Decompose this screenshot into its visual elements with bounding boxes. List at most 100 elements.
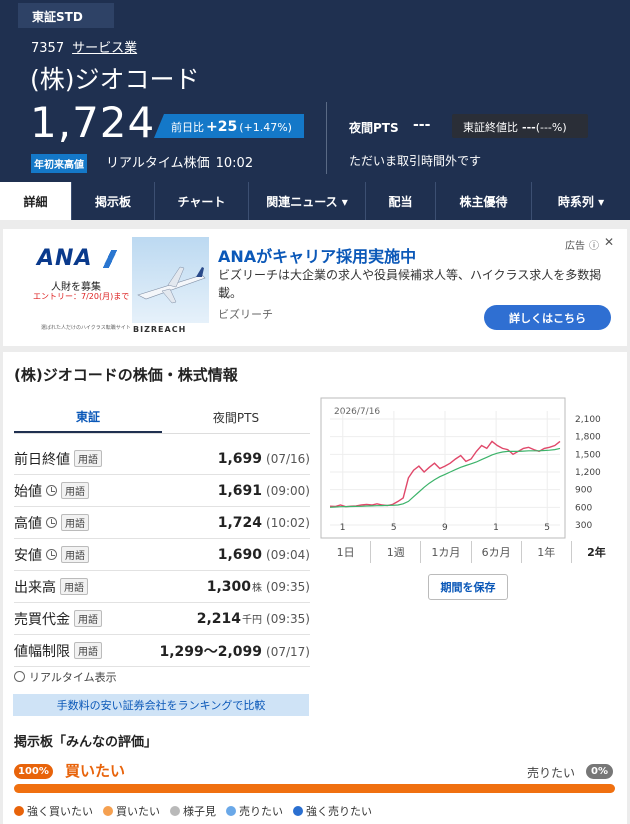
ytd-high-badge: 年初来高値	[31, 154, 87, 173]
period-1d[interactable]: 1日	[321, 541, 370, 563]
ad-info-icon[interactable]: ⓘ	[589, 237, 599, 252]
chart-date-label: 2026/7/16	[334, 407, 380, 417]
ana-logo-stripe	[99, 250, 121, 268]
ratio-pct: (---%)	[535, 121, 567, 134]
sentiment-title: 掲示板「みんなの評価」	[14, 735, 158, 750]
row-value: 1,691 (09:00)	[218, 483, 310, 499]
legend-label: 様子見	[183, 805, 216, 818]
tab-benefit[interactable]: 株主優待	[435, 182, 531, 220]
period-1m[interactable]: 1カ月	[420, 541, 470, 563]
row-label: 前日終値	[14, 451, 70, 468]
tab-history[interactable]: 時系列 ▾	[531, 182, 630, 220]
realtime-time: 10:02	[215, 156, 254, 171]
code-line: 7357 サービス業	[31, 37, 137, 56]
legend-dot	[103, 806, 113, 816]
change-box: 前日比 +25 (+1.47%)	[154, 114, 304, 138]
row-value: 1,299～2,099 (07/17)	[159, 641, 310, 661]
stock-info-card: (株)ジオコードの株価・株式情報 東証 夜間PTS 前日終値 用語 1,699(…	[3, 352, 627, 824]
company-name: (株)ジオコード	[30, 65, 200, 94]
change-pct: (+1.47%)	[239, 121, 292, 134]
ad-cta-button[interactable]: 詳しくはこちら	[484, 305, 611, 330]
value-number: 1,300	[206, 578, 252, 595]
x-tick-label: 1	[493, 523, 499, 533]
chart-period-selector: 1日 1週 1カ月 6カ月 1年 2年	[321, 541, 622, 563]
glossary-tag[interactable]: 用語	[60, 578, 88, 595]
sentiment-bar-fill	[14, 784, 615, 793]
row-label: 出来高	[14, 579, 56, 596]
clock-icon	[46, 549, 57, 560]
x-tick-label: 5	[391, 523, 397, 533]
row-value: 1,724 (10:02)	[218, 515, 310, 531]
glossary-tag[interactable]: 用語	[74, 642, 102, 659]
y-tick-label: 1,200	[575, 468, 601, 478]
ratio-value: ---	[522, 121, 536, 134]
glossary-tag[interactable]: 用語	[61, 514, 89, 531]
legend-dot	[226, 806, 236, 816]
sector-link[interactable]: サービス業	[72, 41, 137, 56]
bizreach-logo: BIZREACH	[133, 325, 187, 334]
market-closed-message: ただいま取引時間外です	[349, 154, 482, 168]
value-date: (09:35)	[266, 611, 310, 626]
x-tick-label: 1	[340, 523, 346, 533]
stock-tabs: 詳細 掲示板 チャート 関連ニュース ▾ 配当 株主優待 時系列 ▾	[0, 182, 630, 220]
pts-label: 夜間PTS	[349, 121, 399, 135]
tab-dividend[interactable]: 配当	[365, 182, 435, 220]
value-number: 2,214	[196, 610, 242, 627]
pts-value: ---	[413, 117, 431, 133]
legend-strong-buy: 強く買いたい	[14, 803, 93, 819]
card-title: (株)ジオコードの株価・株式情報	[14, 366, 238, 384]
value-date: (09:35)	[266, 579, 310, 594]
sub-tab-pts[interactable]: 夜間PTS	[162, 402, 310, 433]
clock-icon	[14, 671, 25, 682]
period-2y[interactable]: 2年	[570, 541, 622, 563]
ad-banner[interactable]: ANA 人財を募集 エントリー：7/20(月)まで 選ばれた人だけのハイクラス転…	[3, 229, 627, 346]
period-1y[interactable]: 1年	[520, 541, 571, 563]
change-label: 前日比	[171, 121, 204, 134]
tab-chart[interactable]: チャート	[154, 182, 248, 220]
buy-percent-badge: 100%	[14, 764, 53, 779]
row-prev-close: 前日終値 用語 1,699 (07/16)	[14, 443, 310, 475]
ratio-label: 東証終値比	[463, 121, 518, 134]
legend-dot	[293, 806, 303, 816]
glossary-tag[interactable]: 用語	[61, 482, 89, 499]
value-date: (07/16)	[266, 451, 310, 466]
tab-board[interactable]: 掲示板	[71, 182, 154, 220]
close-ratio-box: 東証終値比 ---(---%)	[452, 114, 588, 138]
ad-small-text: 選ばれた人だけのハイクラス転職サイト	[41, 325, 131, 331]
glossary-tag[interactable]: 用語	[74, 610, 102, 627]
glossary-tag[interactable]: 用語	[74, 450, 102, 467]
sentiment-bar	[14, 784, 615, 793]
row-label: 高値	[14, 515, 42, 532]
value-date: (09:04)	[266, 547, 310, 562]
legend-label: 強く買いたい	[27, 805, 93, 818]
row-volume: 出来高 用語 1,300株 (09:35)	[14, 571, 310, 603]
glossary-tag[interactable]: 用語	[61, 546, 89, 563]
realtime-price-note: リアルタイム株価 10:02	[106, 152, 253, 171]
row-label: 安値	[14, 547, 42, 564]
value-date: (07/17)	[266, 644, 310, 659]
row-high: 高値 用語 1,724 (10:02)	[14, 507, 310, 539]
value-number: 1,299～2,099	[159, 643, 263, 660]
value-unit: 千円	[242, 614, 263, 626]
airplane-icon	[137, 266, 206, 304]
value-date: (09:00)	[266, 483, 310, 498]
save-period-button[interactable]: 期間を保存	[428, 574, 508, 600]
row-turnover: 売買代金 用語 2,214千円 (09:35)	[14, 603, 310, 635]
ad-airplane-photo	[132, 237, 209, 323]
broker-compare-button[interactable]: 手数料の安い証券会社をランキングで比較	[13, 694, 309, 716]
legend-dot	[170, 806, 180, 816]
ad-close-icon[interactable]: ✕	[604, 235, 614, 249]
period-6m[interactable]: 6カ月	[470, 541, 521, 563]
tab-detail[interactable]: 詳細	[0, 182, 71, 220]
legend-strong-sell: 強く売りたい	[293, 803, 372, 819]
chart-y-ticks: 2,100 1,800 1,500 1,200 900 600 300	[575, 415, 601, 531]
stock-header: 東証STD 7357 サービス業 (株)ジオコード 1,724 前日比 +25 (+1…	[0, 0, 630, 182]
row-low: 安値 用語 1,690 (09:04)	[14, 539, 310, 571]
legend-hold: 様子見	[170, 803, 216, 819]
tab-news[interactable]: 関連ニュース ▾	[248, 182, 365, 220]
sub-tab-tse[interactable]: 東証	[14, 402, 162, 433]
row-label: 値幅制限	[14, 643, 70, 660]
ad-title[interactable]: ANAがキャリア採用実施中	[218, 243, 416, 267]
period-1w[interactable]: 1週	[370, 541, 420, 563]
market-tab[interactable]: 東証STD	[18, 3, 114, 28]
